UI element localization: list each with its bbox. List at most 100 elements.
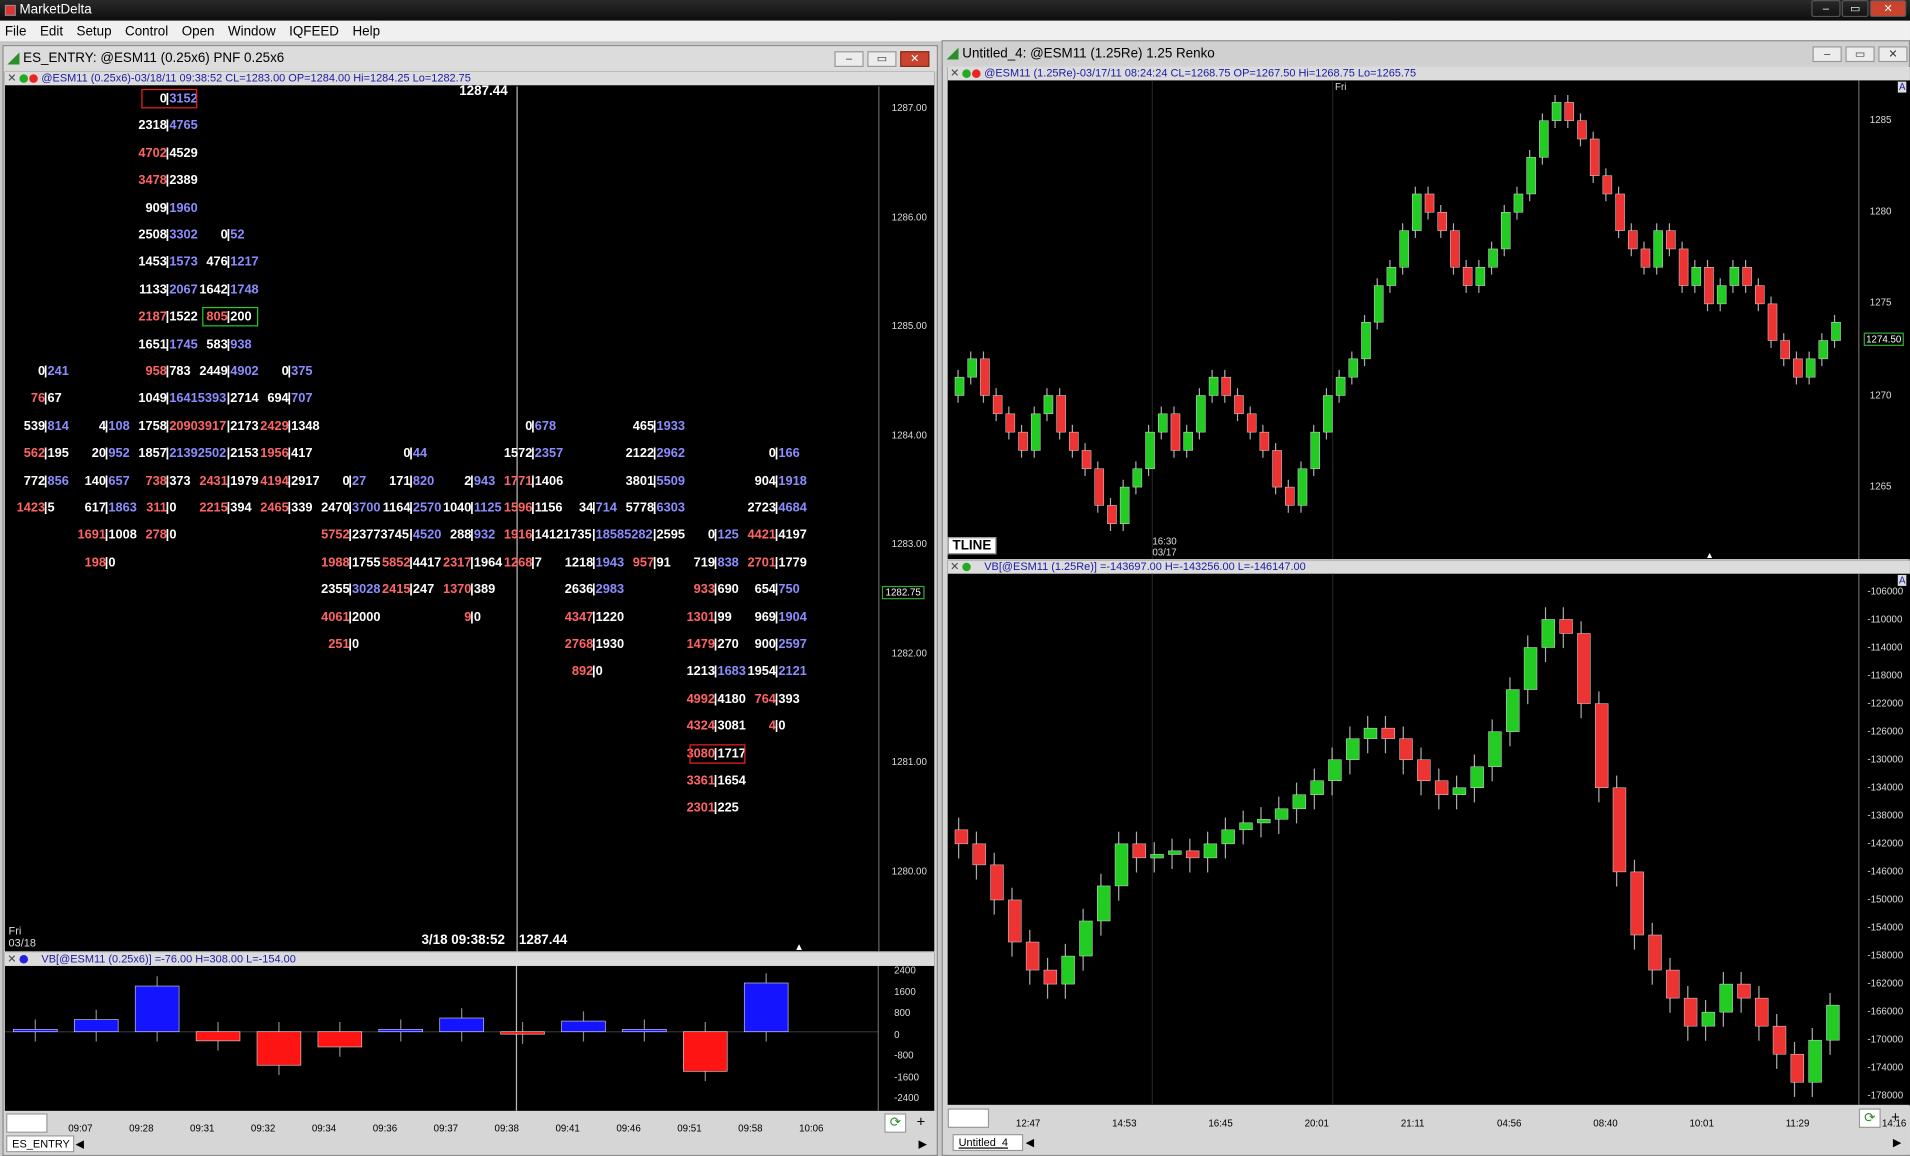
vb-tick: -174000 xyxy=(1867,1062,1904,1074)
status-dot-icon xyxy=(29,74,38,83)
ask-volume: 2121 xyxy=(778,664,807,679)
chart-window-icon xyxy=(946,47,959,60)
ask-volume: 0 xyxy=(169,527,177,543)
bid-volume: 1954 xyxy=(747,664,776,679)
bid-volume: 4324 xyxy=(686,718,716,734)
ask-volume: 0 xyxy=(352,637,360,652)
renko-vb-panel[interactable]: ✕ VB[@ESM11 (1.25Re)] =-143697.00 H=-143… xyxy=(947,560,1910,1105)
vb-bar xyxy=(13,1028,58,1033)
tline-button[interactable]: TLINE xyxy=(947,537,997,555)
ask-volume: 2962 xyxy=(656,446,686,461)
scroll-right-icon[interactable]: ▶ xyxy=(918,1135,933,1152)
menu-iqfeed[interactable]: IQFEED xyxy=(284,21,344,43)
vb-tick: 2400 xyxy=(894,964,916,976)
time-tick: 09:31 xyxy=(190,1123,215,1135)
vb-tick: -134000 xyxy=(1867,781,1904,793)
chart-window-icon xyxy=(7,52,20,65)
ask-volume: 0 xyxy=(473,609,481,625)
renko-brick xyxy=(1551,102,1562,121)
ask-volume: 52 xyxy=(230,227,245,243)
vb-tick: -130000 xyxy=(1867,753,1904,765)
vb-tick: -158000 xyxy=(1867,949,1904,961)
price-tick: 1270 xyxy=(1869,389,1892,401)
bid-volume: 1049 xyxy=(138,391,167,407)
bid-volume: 1651 xyxy=(138,336,167,352)
refresh-icon[interactable]: ⟳ xyxy=(884,1113,907,1133)
price-tick: 1280.00 xyxy=(891,865,927,877)
price-tick: 1281.00 xyxy=(891,756,927,768)
vb-tick: -150000 xyxy=(1867,893,1904,905)
menu-setup[interactable]: Setup xyxy=(72,21,117,43)
renko-price-panel[interactable]: ✕ @ESM11 (1.25Re)-03/17/11 08:24:24 CL=1… xyxy=(947,66,1910,560)
bid-volume: 1956 xyxy=(260,446,289,461)
scroll-left-icon[interactable]: ◀ xyxy=(1026,1134,1041,1151)
menu-control[interactable]: Control xyxy=(120,21,173,43)
highlight-box xyxy=(689,743,746,764)
ask-volume: 2597 xyxy=(778,637,807,652)
time-axis-box[interactable] xyxy=(947,1108,990,1128)
vb-candle xyxy=(1008,899,1022,943)
renko-brick xyxy=(1246,413,1257,433)
day-label: Fri xyxy=(8,924,22,937)
menu-edit[interactable]: Edit xyxy=(35,21,68,43)
menu-open[interactable]: Open xyxy=(177,21,220,43)
menu-help[interactable]: Help xyxy=(348,21,385,43)
menu-file[interactable]: File xyxy=(0,21,31,43)
vb-panel[interactable]: ✕ VB[@ESM11 (0.25x6)] =-76.00 H=308.00 L… xyxy=(4,952,935,1111)
vb-candle xyxy=(1203,843,1218,859)
renko-brick xyxy=(1691,267,1702,286)
footprint-cell: 2429 | 1348 xyxy=(241,419,338,436)
time-tick: 08:40 xyxy=(1593,1118,1618,1130)
left-time-bar: 09:07 09:28 09:31 09:32 09:34 09:36 09:37 09:38… xyxy=(4,1110,935,1155)
vb-candle xyxy=(990,864,1004,901)
renko-minimize-button[interactable]: – xyxy=(1812,46,1842,63)
es-entry-window: ES_ENTRY: @ESM11 (0.25x6) PNF 0.25x6 – ▭… xyxy=(2,45,938,1156)
minimize-button[interactable]: – xyxy=(1811,0,1841,18)
footprint-chart-panel[interactable]: ✕ @ESM11 (0.25x6)-03/18/11 09:38:52 CL=1… xyxy=(4,71,935,952)
footprint-cell: 805 | 200 xyxy=(180,307,277,327)
tab-es-entry[interactable]: ES_ENTRY xyxy=(6,1135,75,1153)
time-axis-box[interactable] xyxy=(6,1113,48,1133)
es-entry-close-button[interactable]: ✕ xyxy=(900,51,930,67)
bid-volume: 1301 xyxy=(686,609,716,625)
renko-brick xyxy=(1259,431,1270,451)
renko-brick xyxy=(1602,175,1613,195)
vb-candles xyxy=(954,573,1860,1105)
maximize-button[interactable]: ▭ xyxy=(1841,0,1869,18)
price-tick: 1285 xyxy=(1869,114,1892,126)
renko-close-button[interactable]: ✕ xyxy=(1878,46,1908,63)
footprint-cell: 0 | 375 xyxy=(241,364,338,381)
time-tick: 09:07 xyxy=(68,1123,93,1135)
close-icon[interactable]: ✕ xyxy=(7,72,16,85)
vb-candle xyxy=(1043,969,1058,985)
tab-untitled-4[interactable]: Untitled_4 xyxy=(952,1134,1024,1152)
time-tick: 11:29 xyxy=(1785,1118,1810,1130)
footprint-cell: 4421 | 4197 xyxy=(728,528,825,545)
vb-tick: -138000 xyxy=(1867,809,1904,821)
vb-candle xyxy=(1185,850,1200,859)
vb-bar xyxy=(561,1020,606,1033)
refresh-icon[interactable]: ⟳ xyxy=(1858,1108,1881,1128)
bid-volume: 562 xyxy=(23,446,46,461)
scroll-left-icon[interactable]: ◀ xyxy=(76,1135,91,1152)
es-entry-maximize-button[interactable]: ▭ xyxy=(867,51,897,67)
menu-window[interactable]: Window xyxy=(223,21,280,43)
vb-candle xyxy=(1577,633,1591,704)
es-entry-minimize-button[interactable]: – xyxy=(834,51,864,67)
zoom-plus-button[interactable]: + xyxy=(1886,1108,1905,1127)
bid-volume: 465 xyxy=(632,418,655,434)
vb-candle xyxy=(1737,983,1751,999)
ask-volume: 4529 xyxy=(169,145,198,161)
footprint-cell: 76 | 67 xyxy=(5,391,95,408)
zoom-plus-button[interactable]: + xyxy=(911,1113,930,1132)
renko-brick xyxy=(1234,395,1244,415)
renko-maximize-button[interactable]: ▭ xyxy=(1845,46,1875,63)
scroll-right-icon[interactable]: ▶ xyxy=(1893,1134,1908,1151)
footprint-cell: 2122 | 2962 xyxy=(607,446,704,463)
bid-volume: 2470 xyxy=(321,500,350,516)
footprint-cell: 1954 | 2121 xyxy=(728,664,825,681)
ask-volume: 225 xyxy=(717,800,739,816)
renko-brick xyxy=(1653,230,1663,268)
app-close-button[interactable]: ✕ xyxy=(1869,0,1907,18)
ask-volume: 0 xyxy=(108,555,116,570)
